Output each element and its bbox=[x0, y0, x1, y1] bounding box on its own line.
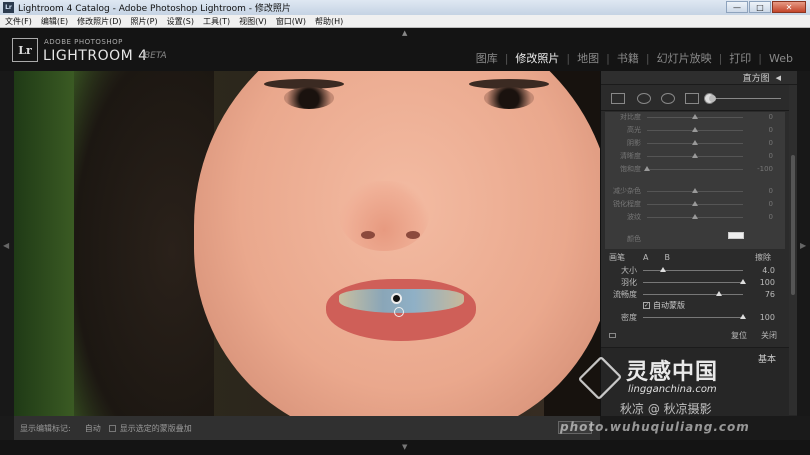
color-swatch[interactable] bbox=[728, 232, 744, 239]
brush-density-slider[interactable]: 密度 100 bbox=[601, 312, 791, 323]
menu-edit[interactable]: 编辑(E) bbox=[41, 16, 68, 27]
histogram-header[interactable]: 直方图 ◀ bbox=[601, 71, 797, 85]
menu-photo[interactable]: 照片(P) bbox=[131, 16, 158, 27]
left-panel-collapsed: ◀ bbox=[0, 71, 14, 416]
menu-settings[interactable]: 设置(S) bbox=[167, 16, 194, 27]
slider-saturation[interactable]: 饱和度 -100 bbox=[605, 164, 785, 174]
module-web[interactable]: Web bbox=[762, 52, 800, 65]
brush-header: 画笔 A B 擦除 bbox=[601, 251, 791, 263]
photo-canvas[interactable] bbox=[14, 71, 600, 416]
app-icon: Lr bbox=[3, 2, 14, 13]
bottom-toolbar: 显示编辑标记: 自动 显示选定的蒙版叠加 bbox=[14, 416, 600, 440]
brush-cursor-icon bbox=[394, 307, 404, 317]
check-icon: ✓ bbox=[643, 302, 650, 309]
brand-big: LIGHTROOM 4 bbox=[43, 48, 148, 64]
close-button[interactable]: ✕ bbox=[772, 1, 806, 13]
brand-beta: BETA bbox=[144, 51, 167, 61]
close-panel-button[interactable]: 关闭 bbox=[761, 330, 777, 341]
module-slideshow[interactable]: 幻灯片放映 bbox=[650, 50, 719, 66]
brand-small: ADOBE PHOTOSHOP bbox=[44, 38, 123, 46]
collapse-histogram-icon[interactable]: ◀ bbox=[776, 74, 781, 82]
module-picker: 图库 | 修改照片 | 地图 | 书籍 | 幻灯片放映 | 打印 | Web bbox=[469, 50, 800, 66]
module-develop[interactable]: 修改照片 bbox=[508, 50, 566, 66]
brush-size-slider[interactable]: 大小 4.0 bbox=[601, 265, 791, 276]
basic-panel-header[interactable]: 基本 bbox=[601, 347, 798, 416]
color-label: 颜色 bbox=[627, 235, 641, 243]
slider-contrast[interactable]: 对比度 0 bbox=[605, 112, 785, 122]
slider-shadows[interactable]: 阴影 0 bbox=[605, 138, 785, 148]
slider-moire[interactable]: 波纹 0 bbox=[605, 212, 785, 222]
brush-pin-icon[interactable] bbox=[391, 293, 402, 304]
overlay-label: 显示选定的蒙版叠加 bbox=[119, 423, 192, 433]
window-controls: — □ ✕ bbox=[726, 1, 806, 13]
overlay-checkbox[interactable] bbox=[108, 424, 116, 432]
module-print[interactable]: 打印 bbox=[722, 50, 758, 66]
menu-develop[interactable]: 修改照片(D) bbox=[77, 16, 121, 27]
graduated-filter-icon[interactable] bbox=[685, 93, 699, 104]
slider-clarity[interactable]: 清晰度 0 bbox=[605, 151, 785, 161]
brush-a-tab[interactable]: A bbox=[643, 253, 648, 262]
expand-filmstrip-icon[interactable]: ▼ bbox=[402, 443, 407, 451]
reset-button[interactable]: 复位 bbox=[731, 330, 747, 341]
menu-bar: 文件(F) 编辑(E) 修改照片(D) 照片(P) 设置(S) 工具(T) 视图… bbox=[0, 15, 810, 28]
histogram-label: 直方图 bbox=[742, 74, 770, 84]
slider-noise[interactable]: 减少杂色 0 bbox=[605, 186, 785, 196]
minimize-button[interactable]: — bbox=[726, 1, 748, 13]
menu-view[interactable]: 视图(V) bbox=[239, 16, 267, 27]
menu-help[interactable]: 帮助(H) bbox=[315, 16, 343, 27]
show-pins-label: 显示编辑标记: bbox=[20, 423, 71, 433]
module-library[interactable]: 图库 bbox=[469, 50, 505, 66]
lr-logo-icon: Lr bbox=[12, 38, 38, 62]
auto-mask-checkbox[interactable]: ✓ 自动蒙版 bbox=[643, 300, 685, 311]
menu-tools[interactable]: 工具(T) bbox=[203, 16, 230, 27]
tool-strip bbox=[601, 85, 797, 111]
brush-label: 画笔 bbox=[609, 252, 625, 262]
menu-window[interactable]: 窗口(W) bbox=[276, 16, 306, 27]
brush-erase-tab[interactable]: 擦除 bbox=[755, 252, 771, 263]
collapse-top-icon[interactable]: ▲ bbox=[402, 29, 407, 37]
spot-removal-icon[interactable] bbox=[637, 93, 651, 104]
window-titlebar: Lr Lightroom 4 Catalog - Adobe Photoshop… bbox=[0, 0, 810, 15]
window-title: Lightroom 4 Catalog - Adobe Photoshop Li… bbox=[18, 4, 291, 14]
expand-left-icon[interactable]: ◀ bbox=[3, 241, 9, 250]
slider-highlights[interactable]: 高光 0 bbox=[605, 125, 785, 135]
done-button[interactable] bbox=[558, 421, 592, 434]
module-map[interactable]: 地图 bbox=[570, 50, 606, 66]
right-panel-edge: ▶ bbox=[797, 71, 810, 416]
tool-slider-handle[interactable] bbox=[709, 95, 716, 102]
right-panel-scrollbar[interactable] bbox=[789, 85, 797, 415]
module-book[interactable]: 书籍 bbox=[610, 50, 646, 66]
panel-footer: 复位 关闭 bbox=[601, 329, 791, 341]
crop-tool-icon[interactable] bbox=[611, 93, 625, 104]
show-pins-select[interactable]: 自动 bbox=[85, 423, 101, 434]
basic-label: 基本 bbox=[757, 355, 776, 365]
menu-file[interactable]: 文件(F) bbox=[5, 16, 32, 27]
brush-feather-slider[interactable]: 羽化 100 bbox=[601, 277, 791, 288]
brush-flow-slider[interactable]: 流畅度 76 bbox=[601, 289, 791, 300]
app-root: Lr Lightroom 4 Catalog - Adobe Photoshop… bbox=[0, 0, 810, 455]
slider-sharpness[interactable]: 锐化程度 0 bbox=[605, 199, 785, 209]
toggle-switch-icon[interactable] bbox=[609, 332, 616, 338]
color-row: 颜色 bbox=[605, 232, 785, 244]
brush-b-tab[interactable]: B bbox=[664, 253, 670, 262]
red-eye-icon[interactable] bbox=[661, 93, 675, 104]
filmstrip-collapsed: ▼ bbox=[0, 440, 810, 455]
brush-effect-panel: 对比度 0 高光 0 阴影 0 清晰度 0 饱和度 -100 减少杂色 0 锐化程度 0 波纹… bbox=[605, 112, 785, 249]
right-panel: 直方图 ◀ 对比度 0 高光 0 阴影 0 清晰度 0 饱和度 -100 减少杂色 0 锐化… bbox=[600, 71, 798, 416]
collapse-right-icon[interactable]: ▶ bbox=[800, 241, 806, 250]
identity-plate: ▲ Lr ADOBE PHOTOSHOP LIGHTROOM 4 BETA 图库… bbox=[0, 28, 810, 71]
maximize-button[interactable]: □ bbox=[749, 1, 771, 13]
